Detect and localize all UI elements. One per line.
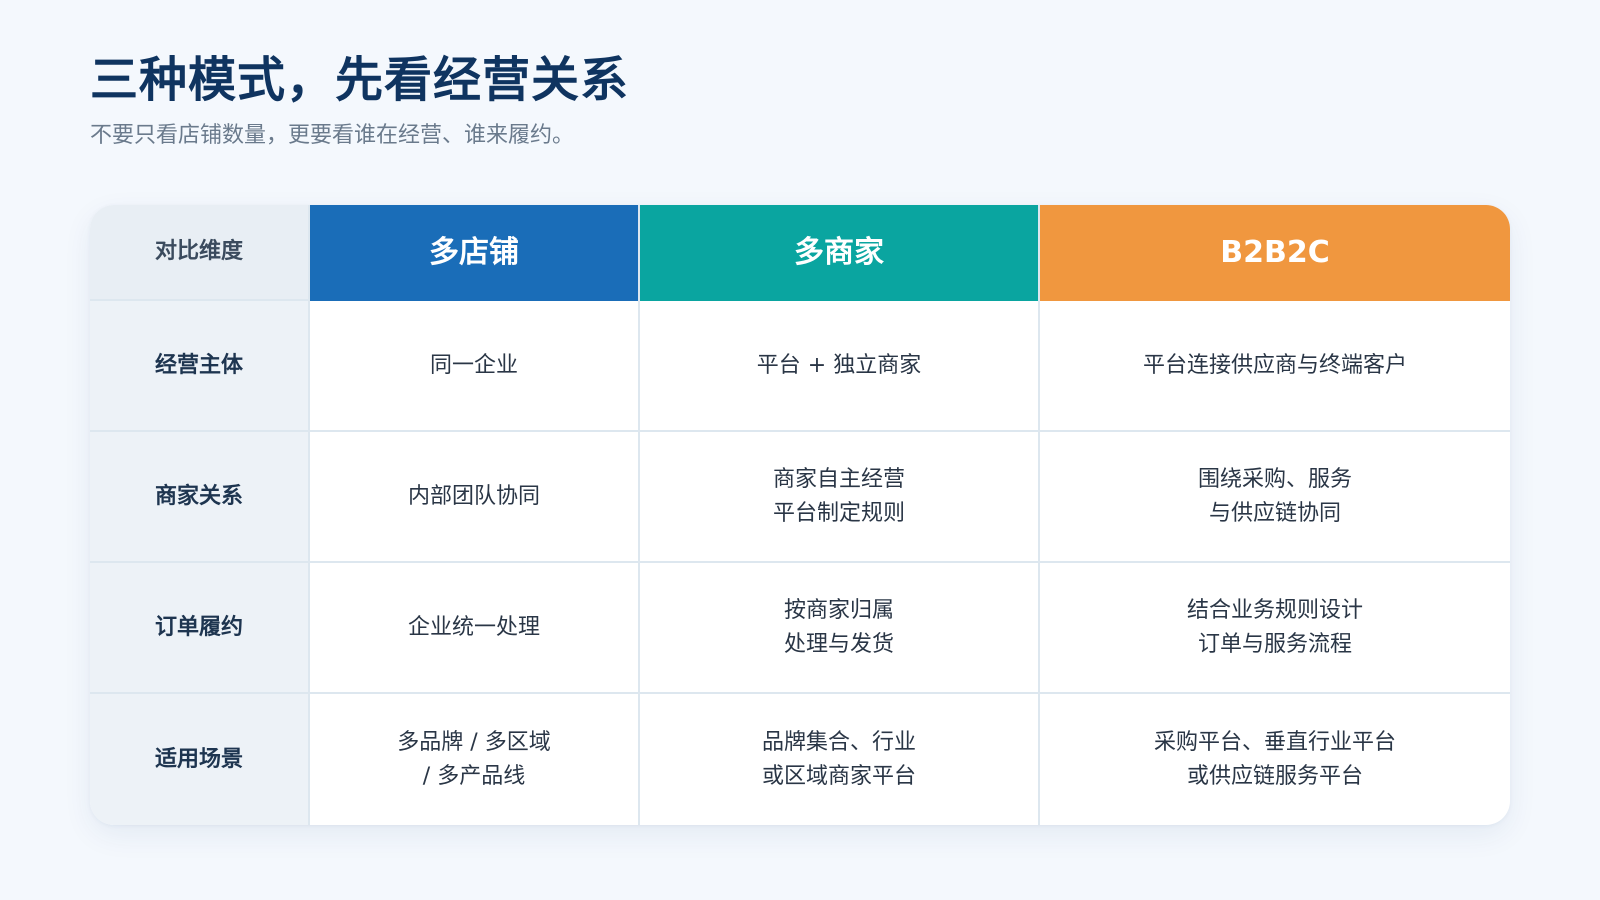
column-header-multi-store: 多店铺 <box>310 205 640 301</box>
cell-text: 围绕采购、服务 与供应链协同 <box>1197 466 1352 526</box>
cell-text: 平台连接供应商与终端客户 <box>1142 352 1407 378</box>
corner-label: 对比维度 <box>154 239 243 264</box>
page-title: 三种模式，先看经营关系 <box>90 52 630 108</box>
cell-text: 多品牌 / 多区域 / 多产品线 <box>397 729 551 789</box>
table-cell: 内部团队协同 <box>310 432 640 563</box>
table-cell: 平台 + 独立商家 <box>640 301 1040 432</box>
row-label-merchant-relation: 商家关系 <box>90 432 310 563</box>
table-cell: 同一企业 <box>310 301 640 432</box>
cell-text: 采购平台、垂直行业平台 或供应链服务平台 <box>1153 729 1396 789</box>
table-cell: 围绕采购、服务 与供应链协同 <box>1040 432 1510 563</box>
cell-text: 结合业务规则设计 订单与服务流程 <box>1186 597 1363 657</box>
table-cell: 品牌集合、行业 或区域商家平台 <box>640 694 1040 825</box>
cell-text: 商家自主经营 平台制定规则 <box>772 466 905 526</box>
table-cell: 企业统一处理 <box>310 563 640 694</box>
cell-text: 企业统一处理 <box>407 614 540 640</box>
cell-text: 同一企业 <box>429 352 518 378</box>
row-label-use-cases: 适用场景 <box>90 694 310 825</box>
row-label-order-fulfillment: 订单履约 <box>90 563 310 694</box>
cell-text: 品牌集合、行业 或区域商家平台 <box>761 729 916 789</box>
table-cell: 平台连接供应商与终端客户 <box>1040 301 1510 432</box>
row-label: 订单履约 <box>154 614 243 640</box>
table-cell: 按商家归属 处理与发货 <box>640 563 1040 694</box>
cell-text: 按商家归属 处理与发货 <box>783 597 894 657</box>
row-label: 适用场景 <box>154 746 243 772</box>
column-header-b2b2c: B2B2C <box>1040 205 1510 301</box>
row-label: 经营主体 <box>154 352 243 378</box>
table-cell: 结合业务规则设计 订单与服务流程 <box>1040 563 1510 694</box>
table-corner-header: 对比维度 <box>90 205 310 301</box>
cell-text: 内部团队协同 <box>407 483 540 509</box>
table-cell: 多品牌 / 多区域 / 多产品线 <box>310 694 640 825</box>
table-cell: 采购平台、垂直行业平台 或供应链服务平台 <box>1040 694 1510 825</box>
page-subtitle: 不要只看店铺数量，更要看谁在经营、谁来履约。 <box>90 123 575 148</box>
cell-text: 平台 + 独立商家 <box>756 352 922 378</box>
comparison-table: 对比维度 多店铺 多商家 B2B2C 经营主体 同一企业 平台 + 独立商家 平… <box>90 205 1510 825</box>
column-header-multi-merchant: 多商家 <box>640 205 1040 301</box>
row-label-operating-entity: 经营主体 <box>90 301 310 432</box>
column-header-label: 多商家 <box>794 235 884 270</box>
row-label: 商家关系 <box>154 483 243 509</box>
slide-page: 三种模式，先看经营关系 不要只看店铺数量，更要看谁在经营、谁来履约。 对比维度 … <box>0 0 1600 900</box>
column-header-label: B2B2C <box>1220 235 1330 270</box>
table-cell: 商家自主经营 平台制定规则 <box>640 432 1040 563</box>
column-header-label: 多店铺 <box>429 235 519 270</box>
